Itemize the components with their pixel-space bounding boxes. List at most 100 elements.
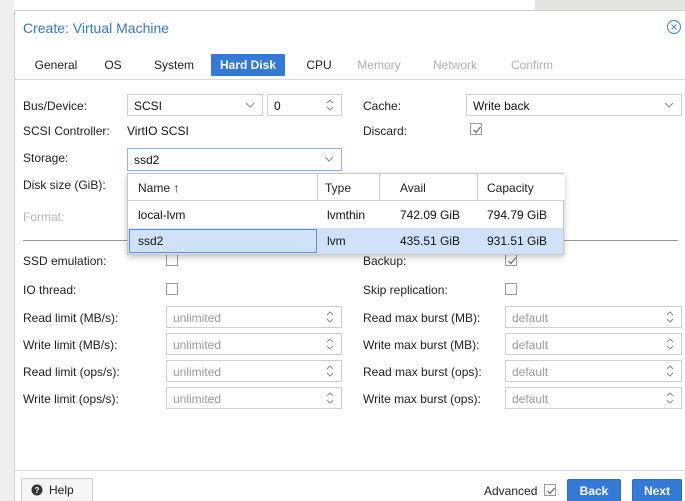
spinner-icon[interactable]: [325, 337, 335, 351]
background-panel: [0, 0, 14, 501]
storage-label: Storage:: [23, 151, 69, 165]
tab-confirm: Confirm: [510, 58, 553, 72]
storage-name: ssd2: [138, 234, 164, 248]
ssd-emulation-checkbox[interactable]: [166, 254, 178, 266]
storage-avail: 742.09 GiB: [400, 208, 461, 222]
column-capacity-header[interactable]: Capacity: [487, 181, 534, 195]
next-button[interactable]: Next: [632, 479, 682, 501]
help-label: Help: [49, 483, 74, 497]
read-limit-ops-label: Read limit (ops/s):: [23, 365, 120, 379]
storage-capacity: 931.51 GiB: [487, 234, 548, 248]
format-label: Format:: [23, 210, 65, 224]
write-max-burst-ops-label: Write max burst (ops):: [363, 392, 481, 406]
storage-type: lvm: [327, 234, 346, 248]
dialog-footer: ? Help Advanced Back Next: [15, 470, 685, 501]
tabs-divider: [15, 79, 685, 80]
ssd-emulation-label: SSD emulation:: [23, 254, 107, 268]
column-divider: [317, 174, 318, 201]
read-limit-mb-placeholder: unlimited: [173, 311, 222, 325]
tab-system[interactable]: System: [145, 54, 203, 76]
tab-memory: Memory: [357, 58, 401, 72]
scsi-controller-value: VirtIO SCSI: [127, 124, 189, 138]
bus-device-label: Bus/Device:: [23, 99, 88, 113]
column-name-header[interactable]: Name ↑: [138, 181, 179, 195]
storage-capacity: 794.79 GiB: [487, 208, 548, 222]
chevron-down-icon[interactable]: [245, 102, 255, 109]
read-max-burst-ops-label: Read max burst (ops):: [363, 365, 482, 379]
read-limit-ops-placeholder: unlimited: [173, 365, 222, 379]
cache-value: Write back: [473, 99, 530, 113]
storage-dropdown-header: Name ↑ Type Avail Capacity: [128, 174, 565, 201]
write-max-burst-mb-placeholder: default: [512, 338, 549, 352]
read-limit-mb-label: Read limit (MB/s):: [23, 311, 119, 325]
discard-label: Discard:: [363, 124, 408, 138]
spinner-icon[interactable]: [325, 98, 335, 112]
tab-network: Network: [432, 58, 477, 72]
column-type-header[interactable]: Type: [325, 181, 351, 195]
dialog-titlebar: Create: Virtual Machine: [15, 11, 685, 45]
write-max-burst-ops-placeholder: default: [512, 392, 549, 406]
check-icon: [473, 126, 481, 134]
cache-label: Cache:: [363, 99, 402, 113]
tab-general[interactable]: General: [23, 54, 89, 76]
spinner-icon[interactable]: [665, 337, 675, 351]
storage-row-local-lvm[interactable]: local-lvm lvmthin 742.09 GiB 794.79 GiB: [128, 202, 563, 228]
spinner-icon[interactable]: [325, 364, 335, 378]
cache-select[interactable]: Write back: [466, 94, 682, 116]
advanced-checkbox[interactable]: [544, 484, 556, 496]
check-icon: [508, 257, 516, 265]
device-index-value: 0: [274, 99, 281, 113]
discard-checkbox[interactable]: [470, 123, 482, 135]
write-limit-mb-placeholder: unlimited: [173, 338, 222, 352]
column-divider: [379, 174, 380, 201]
question-circle-icon: ?: [31, 484, 43, 496]
backup-checkbox[interactable]: [505, 254, 517, 266]
device-index-spinner[interactable]: 0: [267, 94, 342, 116]
read-max-burst-ops-placeholder: default: [512, 365, 549, 379]
storage-select[interactable]: ssd2: [127, 148, 342, 171]
spinner-icon[interactable]: [665, 364, 675, 378]
write-limit-ops-placeholder: unlimited: [173, 392, 222, 406]
storage-row-ssd2[interactable]: ssd2 lvm 435.51 GiB 931.51 GiB: [128, 228, 563, 254]
scsi-controller-label: SCSI Controller:: [23, 124, 110, 138]
write-limit-ops-label: Write limit (ops/s):: [23, 392, 119, 406]
read-limit-ops-input[interactable]: unlimited: [166, 360, 342, 382]
skip-replication-checkbox[interactable]: [505, 283, 517, 295]
storage-type: lvmthin: [327, 208, 366, 222]
backup-label: Backup:: [363, 254, 407, 268]
storage-value: ssd2: [134, 153, 160, 167]
wizard-tabs: General OS System Hard Disk CPU Memory N…: [15, 51, 685, 81]
tab-hard-disk[interactable]: Hard Disk: [211, 54, 285, 76]
write-max-burst-mb-input[interactable]: default: [505, 333, 682, 355]
io-thread-checkbox[interactable]: [166, 283, 178, 295]
spinner-icon[interactable]: [325, 310, 335, 324]
disk-size-label: Disk size (GiB):: [23, 178, 106, 192]
spinner-icon[interactable]: [325, 391, 335, 405]
io-thread-label: IO thread:: [23, 283, 77, 297]
write-limit-mb-input[interactable]: unlimited: [166, 333, 342, 355]
storage-dropdown-list: Name ↑ Type Avail Capacity local-lvm lvm…: [127, 173, 565, 255]
write-max-burst-ops-input[interactable]: default: [505, 387, 682, 409]
advanced-label: Advanced: [484, 484, 538, 498]
storage-avail: 435.51 GiB: [400, 234, 461, 248]
read-max-burst-ops-input[interactable]: default: [505, 360, 682, 382]
column-avail-header[interactable]: Avail: [400, 181, 426, 195]
close-icon[interactable]: [666, 19, 682, 35]
help-button[interactable]: ? Help: [21, 478, 93, 501]
tab-os[interactable]: OS: [95, 54, 131, 76]
chevron-down-icon[interactable]: [664, 102, 674, 109]
skip-replication-label: Skip replication:: [363, 283, 448, 297]
dialog-title: Create: Virtual Machine: [23, 20, 170, 36]
spinner-icon[interactable]: [665, 310, 675, 324]
write-limit-ops-input[interactable]: unlimited: [166, 387, 342, 409]
spinner-icon[interactable]: [665, 391, 675, 405]
storage-name: local-lvm: [138, 208, 186, 222]
write-max-burst-mb-label: Write max burst (MB):: [363, 338, 480, 352]
tab-cpu[interactable]: CPU: [299, 54, 339, 76]
bus-select[interactable]: SCSI: [127, 94, 263, 116]
read-limit-mb-input[interactable]: unlimited: [166, 306, 342, 328]
back-button[interactable]: Back: [567, 479, 621, 501]
chevron-down-icon[interactable]: [324, 156, 334, 163]
read-max-burst-mb-input[interactable]: default: [505, 306, 682, 328]
column-divider: [477, 174, 478, 201]
